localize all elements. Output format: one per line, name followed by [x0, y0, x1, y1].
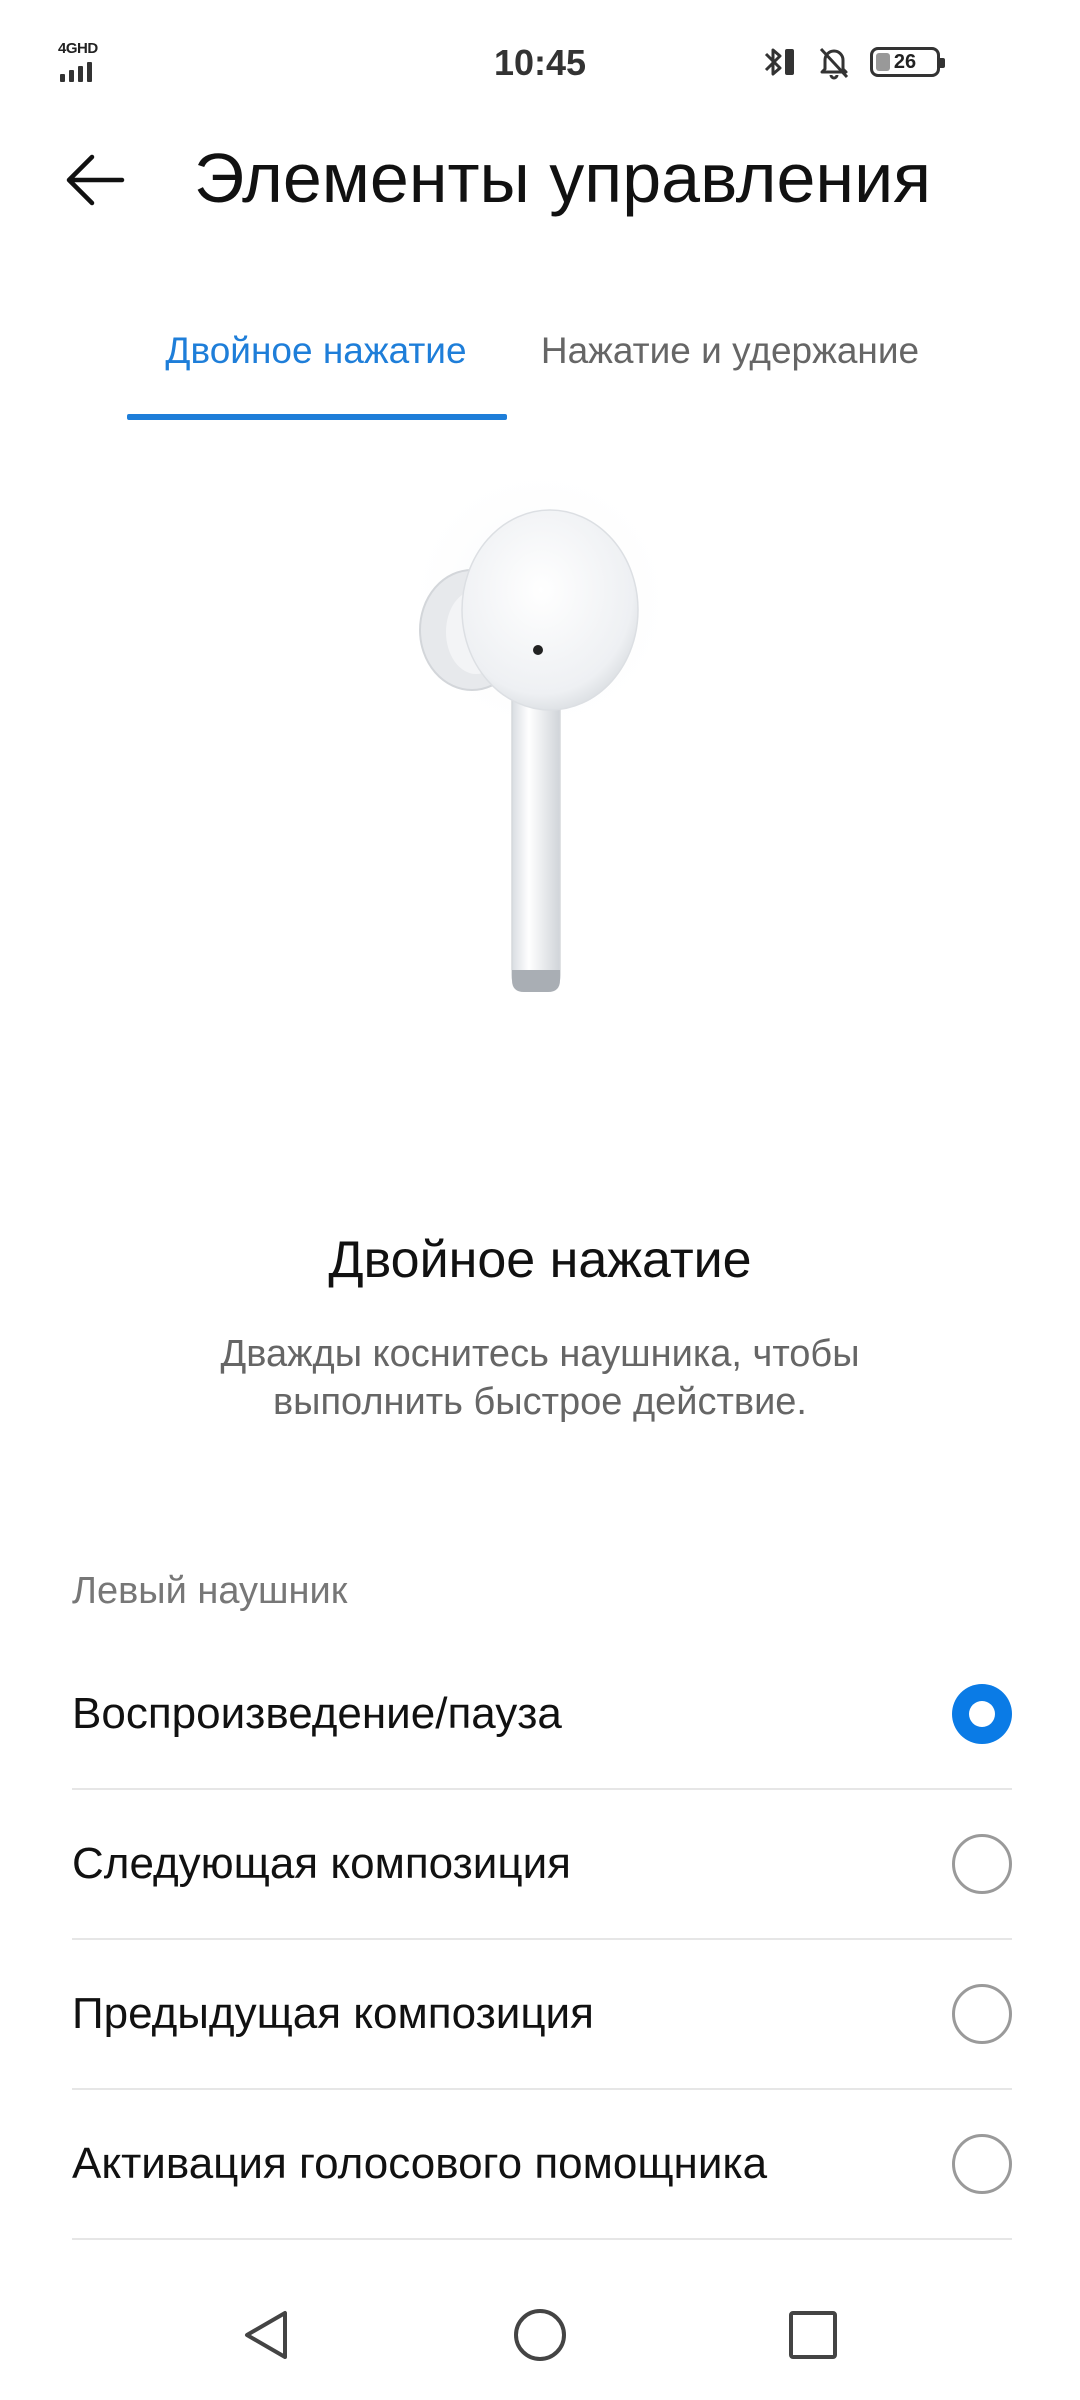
option-label: Предыдущая композиция [72, 1989, 594, 2038]
triangle-back-icon [245, 2311, 287, 2359]
option-previous-track[interactable]: Предыдущая композиция [72, 1940, 1012, 2090]
battery-icon: 26 [870, 47, 945, 77]
status-icons: 26 [758, 42, 945, 82]
status-bar: 4GHD 10:45 26 [0, 0, 1080, 120]
page-title: Элементы управления [194, 139, 932, 217]
nav-home-button[interactable] [495, 2290, 585, 2380]
battery-fill [876, 53, 890, 71]
circle-home-icon [514, 2309, 566, 2361]
nav-back-button[interactable] [222, 2290, 312, 2380]
double-tap-options: Воспроизведение/пауза Следующая композиц… [72, 1640, 1012, 2240]
silent-bell-icon [819, 47, 849, 80]
section-description: Дважды коснитесь наушника, чтобы выполни… [220, 1333, 860, 1423]
option-play-pause[interactable]: Воспроизведение/пауза [72, 1640, 1012, 1790]
left-earbud-label: Левый наушник [72, 1570, 348, 1612]
earbud-image [400, 460, 680, 992]
screen: 4GHD 10:45 26 Элементы управления Двойно… [0, 0, 1080, 2400]
arrow-left-icon [66, 154, 125, 206]
bluetooth-battery-icon [764, 48, 794, 76]
radio-unselected[interactable] [952, 2134, 1012, 2194]
nav-recents-button[interactable] [768, 2290, 858, 2380]
radio-unselected[interactable] [952, 1834, 1012, 1894]
option-label: Следующая композиция [72, 1839, 571, 1888]
active-tab-indicator [127, 414, 507, 420]
tab-bar: Двойное нажатие Нажатие и удержание [0, 318, 1080, 422]
option-label: Воспроизведение/пауза [72, 1689, 562, 1738]
radio-unselected[interactable] [952, 1984, 1012, 2044]
battery-level: 26 [893, 50, 917, 73]
system-navigation-bar [0, 2270, 1080, 2400]
section-title: Двойное нажатие [328, 1231, 752, 1289]
square-recents-icon [789, 2311, 837, 2359]
option-label: Активация голосового помощника [72, 2139, 768, 2188]
back-button[interactable] [60, 140, 160, 220]
radio-selected[interactable] [952, 1684, 1012, 1744]
option-next-track[interactable]: Следующая композиция [72, 1790, 1012, 1940]
tab-press-and-hold[interactable]: Нажатие и удержание [520, 318, 940, 422]
option-voice-assistant[interactable]: Активация голосового помощника [72, 2090, 1012, 2240]
tab-double-tap[interactable]: Двойное нажатие [126, 318, 506, 422]
